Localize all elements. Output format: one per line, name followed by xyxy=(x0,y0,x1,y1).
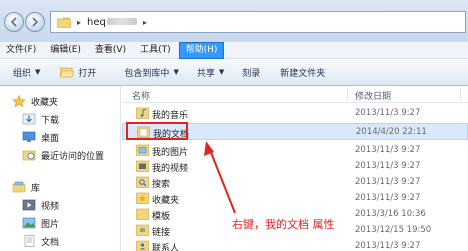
file-row[interactable]: 收藏夹 2013/11/3 9:27 xyxy=(122,190,468,207)
file-date: 2013/11/3 9:27 xyxy=(355,145,421,155)
annotation-text: 右键，我的文档 属性 xyxy=(232,218,335,231)
include-in-library-label: 包含到库中 xyxy=(124,68,170,79)
address-input[interactable]: ▸ heq ▸ xyxy=(50,11,466,33)
file-row[interactable]: 联系人 2013/11/3 9:27 xyxy=(122,238,468,251)
redacted-blur xyxy=(106,17,137,25)
pictures-folder-icon xyxy=(136,144,149,156)
sidebar-item-videos[interactable]: 视频 xyxy=(22,197,59,213)
music-folder-icon xyxy=(136,107,149,119)
downloads-folder-icon xyxy=(22,113,36,125)
sidebar-item-downloads[interactable]: 下载 xyxy=(22,111,59,127)
organize-button[interactable]: 组织 ▼ xyxy=(6,61,47,83)
back-arrow-icon xyxy=(10,17,17,27)
back-button[interactable] xyxy=(4,12,24,32)
star-icon xyxy=(12,95,26,107)
library-icon xyxy=(12,181,26,193)
share-label: 共享 xyxy=(196,68,215,79)
file-date: 2013/11/3 9:27 xyxy=(355,161,421,171)
column-divider[interactable] xyxy=(347,88,348,101)
breadcrumb-separator[interactable]: ▸ xyxy=(143,18,147,27)
menu-bar: 文件(F) 编辑(E) 查看(V) 工具(T) 帮助(H) xyxy=(0,41,468,59)
file-name: 搜索 xyxy=(152,180,171,190)
forward-button[interactable] xyxy=(25,12,45,32)
sidebar-item-label: 视频 xyxy=(41,201,60,212)
file-name: 联系人 xyxy=(152,244,180,251)
file-date: 2013/11/3 9:27 xyxy=(355,108,421,118)
file-date: 2014/4/20 22:11 xyxy=(356,127,427,137)
file-name: 模板 xyxy=(152,212,171,222)
breadcrumb-separator[interactable]: ▸ xyxy=(77,18,81,27)
sidebar-item-label: 图片 xyxy=(41,219,60,230)
file-date: 2013/11/3 9:27 xyxy=(355,241,421,251)
forward-arrow-icon xyxy=(32,17,39,27)
column-date-modified-header[interactable]: 修改日期 xyxy=(355,89,391,102)
new-folder-label: 新建文件夹 xyxy=(280,68,326,79)
contacts-folder-icon xyxy=(136,240,149,251)
menu-help[interactable]: 帮助(H) xyxy=(178,41,225,59)
file-date: 2013/11/3 9:27 xyxy=(355,193,421,203)
sidebar-item-pictures[interactable]: 图片 xyxy=(22,215,59,231)
sidebar-item-documents[interactable]: 文档 xyxy=(22,233,59,249)
file-name: 我的音乐 xyxy=(152,111,189,121)
file-row[interactable]: 我的音乐 2013/11/3 9:27 xyxy=(122,105,468,122)
navigation-pane: 收藏夹 下载 桌面 最近访问的位置 库 视频 图片 文档 xyxy=(0,86,121,251)
sidebar-item-libraries[interactable]: 库 xyxy=(12,179,40,195)
menu-tools[interactable]: 工具(T) xyxy=(134,43,177,58)
annotation-highlight-box xyxy=(126,122,188,140)
burn-label: 刻录 xyxy=(242,68,261,79)
column-header: 名称 修改日期 xyxy=(122,86,468,103)
folder-icon xyxy=(57,17,71,28)
sidebar-item-label: 下载 xyxy=(41,115,60,126)
documents-icon xyxy=(24,235,35,247)
breadcrumb-user[interactable]: heq xyxy=(87,17,137,28)
sidebar-item-label: 收藏夹 xyxy=(31,97,59,108)
chevron-down-icon: ▼ xyxy=(218,68,225,76)
file-row[interactable]: 搜索 2013/11/3 9:27 xyxy=(122,174,468,191)
open-folder-icon xyxy=(60,67,75,77)
sidebar-item-desktop[interactable]: 桌面 xyxy=(22,129,59,145)
recent-places-icon xyxy=(22,150,36,161)
templates-folder-icon xyxy=(136,208,149,220)
file-date: 2013/3/16 10:36 xyxy=(355,209,426,219)
file-row[interactable]: 我的视频 2013/11/3 9:27 xyxy=(122,158,468,175)
burn-button[interactable]: 刻录 xyxy=(235,61,267,83)
address-bar-area: ▸ heq ▸ xyxy=(0,0,468,42)
file-name: 我的视频 xyxy=(152,164,189,174)
menu-edit[interactable]: 编辑(E) xyxy=(44,43,87,58)
pictures-icon xyxy=(22,217,36,229)
file-date: 2013/11/3 9:27 xyxy=(355,177,421,187)
file-name: 我的图片 xyxy=(152,148,189,158)
organize-label: 组织 xyxy=(13,68,32,79)
sidebar-item-label: 库 xyxy=(31,183,41,194)
chevron-down-icon: ▼ xyxy=(35,68,41,76)
breadcrumb-user-label: heq xyxy=(87,16,106,28)
favorites-folder-icon xyxy=(136,192,149,204)
sidebar-item-label: 文档 xyxy=(41,237,60,248)
links-folder-icon xyxy=(136,224,149,236)
videos-folder-icon xyxy=(136,160,149,172)
sidebar-item-favorites[interactable]: 收藏夹 xyxy=(12,93,58,109)
desktop-icon xyxy=(22,131,36,142)
sidebar-item-label: 桌面 xyxy=(41,133,60,144)
column-divider[interactable] xyxy=(460,88,461,101)
menu-view[interactable]: 查看(V) xyxy=(89,43,132,58)
file-row[interactable]: 我的图片 2013/11/3 9:27 xyxy=(122,142,468,159)
searches-folder-icon xyxy=(136,176,149,188)
file-date: 2013/12/15 19:50 xyxy=(355,225,432,235)
command-toolbar: 组织 ▼ 打开 包含到库中 ▼ 共享 ▼ 刻录 新建文件夹 xyxy=(0,59,468,86)
column-name-header[interactable]: 名称 xyxy=(132,89,150,102)
chevron-down-icon: ▼ xyxy=(173,68,179,76)
new-folder-button[interactable]: 新建文件夹 xyxy=(273,61,332,83)
sidebar-item-recent-places[interactable]: 最近访问的位置 xyxy=(22,147,104,163)
include-in-library-button[interactable]: 包含到库中 ▼ xyxy=(117,61,185,83)
open-button[interactable]: 打开 xyxy=(53,61,103,83)
sidebar-item-label: 最近访问的位置 xyxy=(41,151,105,162)
open-label: 打开 xyxy=(78,68,97,79)
videos-icon xyxy=(22,199,36,211)
file-name: 链接 xyxy=(152,228,171,238)
menu-file[interactable]: 文件(F) xyxy=(0,43,42,58)
file-name: 收藏夹 xyxy=(152,196,180,206)
share-button[interactable]: 共享 ▼ xyxy=(190,61,231,83)
